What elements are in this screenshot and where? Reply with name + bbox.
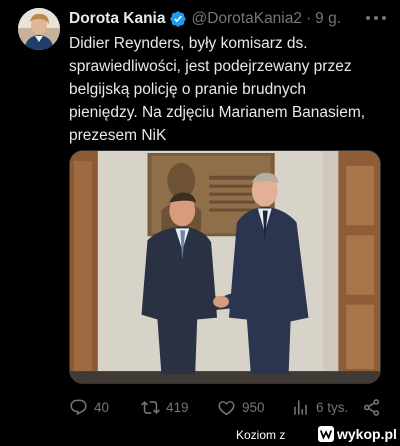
wykop-logo: wykop.pl — [318, 426, 397, 442]
reply-icon — [70, 399, 87, 415]
heart-icon — [218, 400, 235, 415]
tweet-photo[interactable] — [69, 150, 381, 384]
share-button[interactable] — [362, 398, 381, 417]
wykop-site-label: wykop.pl — [337, 426, 397, 442]
views-icon — [294, 399, 307, 415]
tweet-header: Dorota Kania @DorotaKania2 · 9 g. — [69, 8, 390, 30]
author-name[interactable]: Dorota Kania — [69, 10, 165, 28]
tweet-actions: 40 419 950 6 tys. — [69, 394, 387, 420]
more-icon[interactable] — [366, 10, 386, 26]
reply-button[interactable]: 40 — [69, 398, 109, 417]
like-button[interactable]: 950 — [217, 398, 265, 417]
tweet-text-line: pieniędzy. Na zdjęciu Marianem Banasiem, — [69, 104, 366, 121]
retweet-count: 419 — [166, 399, 189, 415]
retweet-button[interactable]: 419 — [141, 398, 189, 417]
tweet-time[interactable]: 9 g. — [315, 10, 341, 28]
tweet-text-line: Didier Reynders, były komisarz ds. — [69, 35, 308, 52]
retweet-icon — [141, 400, 160, 414]
avatar-image — [18, 8, 60, 50]
tweet-text-line: sprawiedliwości, jest podejrzewany przez — [69, 58, 352, 75]
author-handle[interactable]: @DorotaKania2 — [191, 10, 302, 28]
share-icon — [363, 398, 380, 416]
uploader-label: Koziom z — [236, 428, 286, 442]
photo-image — [70, 151, 380, 383]
tweet-text-line: prezesem NiK — [69, 127, 167, 144]
wykop-logo-icon — [318, 426, 334, 442]
views-count: 6 tys. — [316, 399, 349, 415]
reply-count: 40 — [94, 399, 110, 415]
author-avatar[interactable] — [18, 8, 60, 50]
verified-badge-icon — [170, 11, 187, 27]
tweet-text: Didier Reynders, były komisarz ds. spraw… — [69, 32, 387, 147]
watermark-bar: Koziom z wykop.pl — [0, 426, 400, 446]
views-button[interactable]: 6 tys. — [291, 398, 348, 417]
like-count: 950 — [242, 399, 265, 415]
tweet-text-line: belgijską policję o pranie brudnych — [69, 81, 306, 98]
separator-dot: · — [306, 10, 312, 27]
